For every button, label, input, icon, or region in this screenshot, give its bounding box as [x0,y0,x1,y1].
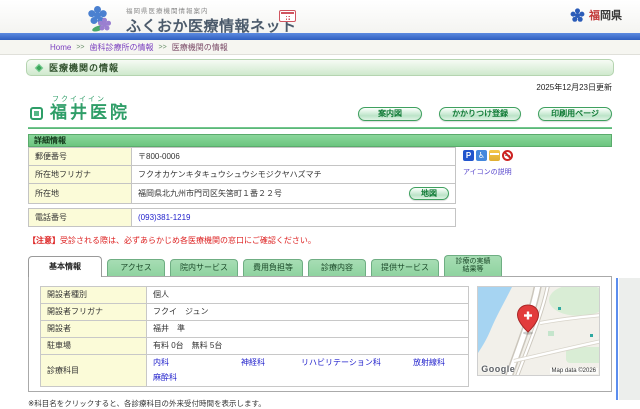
table-row: 電話番号 (093)381-1219 [29,208,456,226]
parking-icon: P [463,150,474,161]
page-right-margin [619,278,640,400]
page-right-border [616,278,618,400]
tab-basic-info[interactable]: 基本情報 [28,256,102,277]
credit-card-icon [489,150,500,161]
basic-info-panel: 開設者種別 個人 開設者フリガナ フクイ ジュン 開設者 福井 準 駐車場 有料… [28,276,612,392]
wheelchair-icon: ♿ [476,150,487,161]
table-row: 駐車場 有料 0台 無料 5台 [41,337,469,354]
info-label: 駐車場 [41,337,147,354]
logo-small-flower-icon [102,22,107,27]
last-updated: 2025年12月23日更新 [28,82,612,93]
diamond-icon [35,63,43,71]
map-button[interactable]: 地図 [409,187,449,200]
breadcrumb-home[interactable]: Home [50,43,71,52]
site-title: ふくおか医療情報ネット [126,15,297,36]
tab-treatment-results[interactable]: 診療の実績結果等 [444,255,502,276]
info-label: 開設者種別 [41,286,147,303]
phone-number-link[interactable]: (093)381-1219 [138,213,190,222]
fukuoka-pref-logo[interactable]: 福岡県 [570,7,622,23]
detail-label: 郵便番号 [29,147,132,165]
table-row: 開設者 福井 準 [41,320,469,337]
detail-label: 電話番号 [29,208,132,226]
section-title: 医療機関の情報 [49,61,119,74]
print-page-button[interactable]: 印刷用ページ [538,107,612,121]
breadcrumb: Home >> 歯科診療所の情報 >> 医療機関の情報 [0,40,640,55]
table-row: 開設者種別 個人 [41,286,469,303]
breadcrumb-dental-info[interactable]: 歯科診療所の情報 [90,42,154,53]
address-furigana-value: フクオカケンキタキュウシュウシモジクヤハズマチ [132,165,456,183]
detail-label: 所在地フリガナ [29,165,132,183]
location-map[interactable]: Google Map data ©2026 [477,286,600,376]
founder-name-value: 福井 準 [147,320,469,337]
founder-furigana-value: フクイ ジュン [147,303,469,320]
parking-value: 有料 0台 無料 5台 [147,337,469,354]
google-logo[interactable]: Google [481,364,515,374]
details-table: 郵便番号 〒800-0006 所在地フリガナ フクオカケンキタキュウシュウシモジ… [28,147,456,204]
table-row: 郵便番号 〒800-0006 [29,147,456,165]
hospital-name: 福井医院 [50,104,130,123]
department-link[interactable]: 麻酔科 [153,372,213,383]
green-divider [28,127,612,129]
breadcrumb-separator: >> [159,44,167,51]
table-row: 開設者フリガナ フクイ ジュン [41,303,469,320]
map-image [478,287,600,376]
pref-name: 福岡県 [589,7,622,23]
breadcrumb-separator: >> [76,44,84,51]
kakaritsuke-register-button[interactable]: かかりつけ登録 [439,107,521,121]
ambulance-stripe [281,12,294,14]
phone-table: 電話番号 (093)381-1219 [28,208,456,227]
table-row: 診療科目 内科 神経科 リハビリテーション科 放射線科 麻酔科 [41,354,469,386]
section-title-bar: 医療機関の情報 [26,59,614,76]
department-link[interactable]: 神経科 [241,357,301,368]
address-value: 福岡県北九州市門司区矢筈町１番２２号 [138,188,282,199]
postal-code-value: 〒800-0006 [132,147,456,165]
guide-map-button[interactable]: 案内図 [358,107,422,121]
info-label: 開設者フリガナ [41,303,147,320]
site-logo[interactable]: 福岡県医療機関情報案内 ふくおか医療情報ネット [88,2,297,36]
info-label: 開設者 [41,320,147,337]
breadcrumb-current: 医療機関の情報 [172,42,228,53]
pref-blossom-icon [575,13,580,18]
table-row: 所在地 福岡県北九州市門司区矢筈町１番２２号 地図 [29,183,456,203]
site-tagline: 福岡県医療機関情報案内 [126,5,297,15]
founder-type-value: 個人 [147,286,469,303]
icon-help-link[interactable]: アイコンの説明 [463,167,512,177]
department-link[interactable]: 内科 [153,357,241,368]
notice-text: 【注意】受診される際は、必ずあらかじめ各医療機関の窓口にご確認ください。 [28,235,612,246]
basic-info-table: 開設者種別 個人 開設者フリガナ フクイ ジュン 開設者 福井 準 駐車場 有料… [40,286,469,387]
site-header: 福岡県医療機関情報案内 ふくおか医療情報ネット 福岡県 [0,0,640,33]
tab-provided-services[interactable]: 提供サービス [371,259,439,276]
department-link[interactable]: リハビリテーション科 [301,357,413,368]
tab-hospital-services[interactable]: 院内サービス [170,259,238,276]
ambulance-icon[interactable] [279,10,296,22]
tab-bar: 基本情報 アクセス 院内サービス 費用負担等 診療内容 提供サービス 診療の実績… [28,255,612,276]
table-row: 所在地フリガナ フクオカケンキタキュウシュウシモジクヤハズマチ [29,165,456,183]
details-section-header: 詳細情報 [28,134,612,147]
department-link[interactable]: 放射線科 [413,357,459,368]
footnote-text: ※科目名をクリックすると、各診療科目の外来受付時間を表示します。 [28,398,612,409]
ambulance-cross [286,16,290,20]
tab-cost-burden[interactable]: 費用負担等 [243,259,303,276]
no-smoking-icon [502,150,513,161]
info-label: 診療科目 [41,354,147,386]
hospital-marker-icon [30,107,43,120]
tab-treatment-content[interactable]: 診療内容 [308,259,366,276]
detail-label: 所在地 [29,183,132,203]
map-attribution: Map data ©2026 [550,368,598,374]
tab-access[interactable]: アクセス [107,259,165,276]
logo-flower-icon [94,12,101,19]
